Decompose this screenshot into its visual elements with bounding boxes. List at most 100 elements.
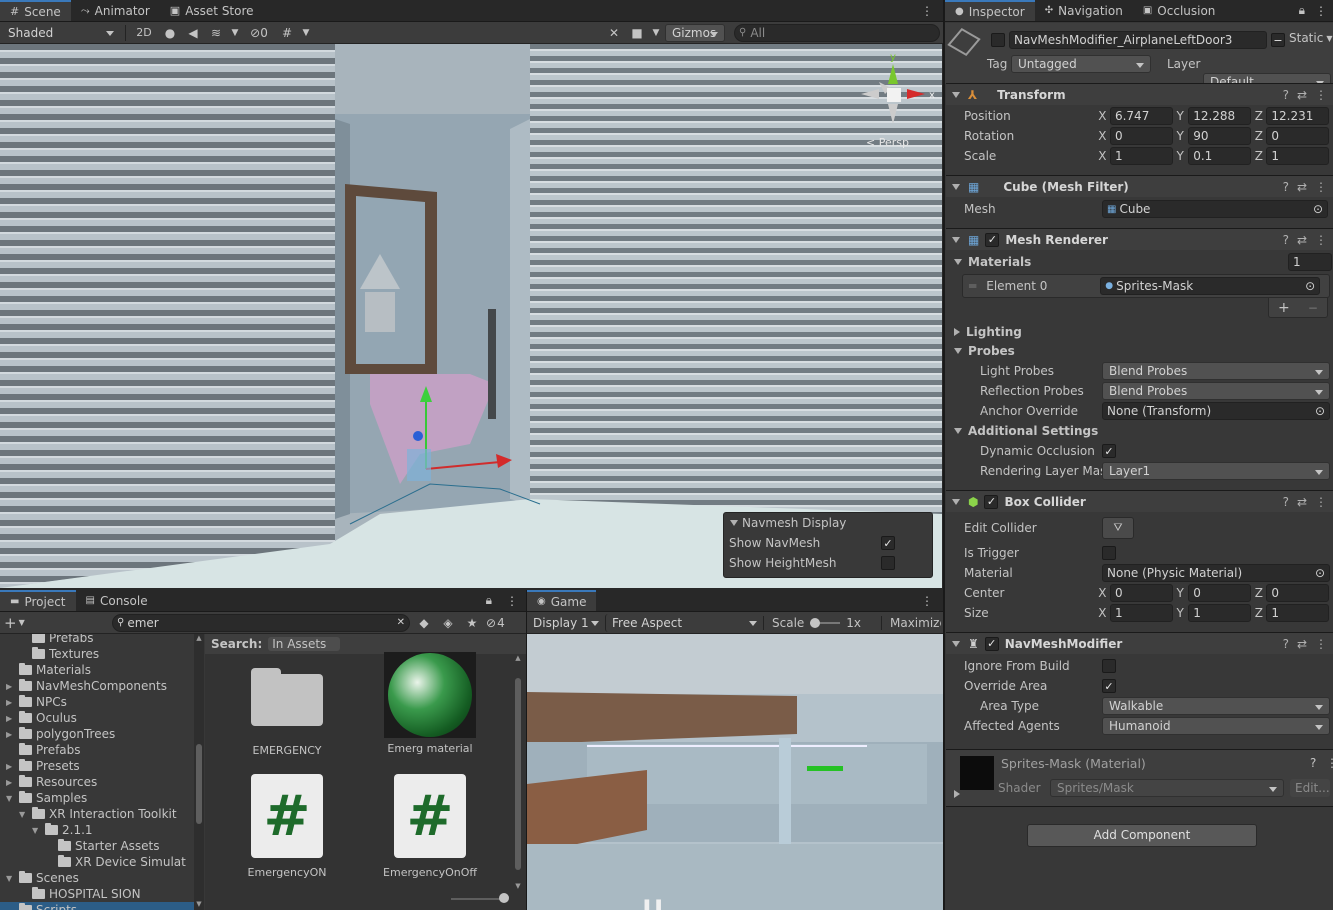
- scale-y-axis-label[interactable]: Y: [1177, 149, 1189, 163]
- box-collider-enabled-checkbox[interactable]: ✓: [984, 494, 999, 509]
- project-search-input[interactable]: ⚲ emer ✕: [112, 613, 410, 632]
- favorites-star-icon[interactable]: ★: [462, 614, 482, 632]
- game-viewport[interactable]: ❚❚: [527, 634, 943, 910]
- scale-slider[interactable]: [810, 617, 841, 628]
- show-heightmesh-checkbox[interactable]: [881, 556, 895, 570]
- size-y-axis-label[interactable]: Y: [1177, 606, 1189, 620]
- expand-arrow-icon[interactable]: ▶: [6, 778, 19, 787]
- expand-arrow-icon[interactable]: ▶: [6, 698, 19, 707]
- position-x-field[interactable]: 6.747: [1109, 107, 1173, 125]
- scene-more-menu-icon[interactable]: ⋮: [911, 0, 943, 21]
- ignore-from-build-checkbox[interactable]: [1102, 659, 1116, 673]
- navmesh-modifier-enabled-checkbox[interactable]: ✓: [984, 636, 999, 651]
- tree-item[interactable]: Prefabs: [0, 742, 81, 758]
- tab-navigation[interactable]: ✣ Navigation: [1035, 0, 1133, 21]
- mesh-filter-header[interactable]: ▦ Cube (Mesh Filter) ? ⇄ ⋮: [946, 175, 1333, 197]
- help-icon[interactable]: ?: [1283, 495, 1289, 509]
- collapse-arrow-icon[interactable]: ▼: [6, 874, 19, 883]
- tab-occlusion[interactable]: ▣ Occlusion: [1133, 0, 1226, 21]
- audio-speaker-icon[interactable]: ◀: [183, 24, 203, 42]
- component-menu-icon[interactable]: ⋮: [1315, 637, 1327, 651]
- center-z-axis-label[interactable]: Z: [1255, 586, 1267, 600]
- help-icon[interactable]: ?: [1283, 637, 1289, 651]
- scale-z-field[interactable]: 1: [1266, 147, 1329, 165]
- anchor-override-field[interactable]: None (Transform) ⊙: [1102, 402, 1330, 420]
- tab-console[interactable]: ▤ Console: [76, 590, 158, 611]
- plus-icon[interactable]: +: [1278, 300, 1290, 316]
- search-by-label-icon[interactable]: ◈: [438, 614, 458, 632]
- gameobject-cube-icon[interactable]: [947, 27, 981, 57]
- center-y-field[interactable]: 0: [1188, 584, 1251, 602]
- tab-scene[interactable]: # Scene: [0, 0, 71, 21]
- lighting-foldout[interactable]: Lighting: [946, 322, 1333, 342]
- static-checkbox[interactable]: −: [1271, 33, 1285, 47]
- center-x-field[interactable]: 0: [1109, 584, 1173, 602]
- tree-scrollbar[interactable]: ▲ ▼: [194, 634, 204, 910]
- mesh-renderer-header[interactable]: ▦ ✓ Mesh Renderer ? ⇄ ⋮: [946, 228, 1333, 250]
- element0-material-field[interactable]: ● Sprites-Mask ⊙: [1100, 277, 1321, 295]
- tree-item[interactable]: HOSPITAL SION: [0, 886, 141, 902]
- tree-item[interactable]: Materials: [0, 662, 91, 678]
- scale-control[interactable]: Scale 1x: [763, 615, 881, 630]
- scale-x-field[interactable]: 1: [1109, 147, 1173, 165]
- rotation-y-field[interactable]: 90: [1188, 127, 1251, 145]
- effects-icon[interactable]: ≋: [206, 24, 226, 42]
- rotation-z-axis-label[interactable]: Z: [1255, 129, 1267, 143]
- object-picker-icon[interactable]: ⊙: [1305, 279, 1315, 293]
- material-thumbnail[interactable]: [960, 756, 994, 790]
- tab-asset-store[interactable]: ▣ Asset Store: [160, 0, 264, 21]
- show-navmesh-checkbox[interactable]: ✓: [881, 536, 895, 550]
- presets-icon[interactable]: ⇄: [1297, 233, 1307, 247]
- position-z-field[interactable]: 12.231: [1266, 107, 1329, 125]
- rotation-x-field[interactable]: 0: [1109, 127, 1173, 145]
- size-x-axis-label[interactable]: X: [1098, 606, 1110, 620]
- tab-game[interactable]: ◉ Game: [527, 590, 597, 611]
- hidden-objects-toggle[interactable]: ⊘ 0: [244, 24, 274, 42]
- tree-item[interactable]: Prefabs: [0, 634, 94, 646]
- rotation-y-axis-label[interactable]: Y: [1177, 129, 1189, 143]
- collapse-arrow-icon[interactable]: ▼: [6, 794, 19, 803]
- inspector-more-menu-icon[interactable]: ⋮: [1309, 0, 1333, 21]
- expand-arrow-icon[interactable]: ▶: [6, 730, 19, 739]
- pause-overlay-icon[interactable]: ❚❚: [641, 898, 664, 910]
- persp-label[interactable]: < Persp: [866, 136, 909, 149]
- probes-foldout[interactable]: Probes: [946, 341, 1333, 361]
- slider-thumb[interactable]: [499, 893, 509, 903]
- tree-item[interactable]: ▶ Resources: [0, 774, 97, 790]
- display-dropdown[interactable]: Display 1: [527, 613, 605, 632]
- tag-dropdown[interactable]: Untagged: [1011, 55, 1151, 73]
- asset-item[interactable]: EMERGENCY: [235, 660, 339, 764]
- minus-icon[interactable]: −: [1308, 301, 1318, 315]
- 2d-toggle-button[interactable]: 2D: [131, 24, 157, 42]
- collider-material-field[interactable]: None (Physic Material) ⊙: [1102, 564, 1330, 582]
- lock-icon[interactable]: 🔒︎: [1295, 0, 1309, 21]
- scale-y-field[interactable]: 0.1: [1188, 147, 1251, 165]
- search-scope-toggle[interactable]: In Assets: [268, 637, 341, 651]
- position-x-axis-label[interactable]: X: [1098, 109, 1110, 123]
- presets-icon[interactable]: ⇄: [1297, 637, 1307, 651]
- size-z-field[interactable]: 1: [1266, 604, 1329, 622]
- center-z-field[interactable]: 0: [1266, 584, 1329, 602]
- tools-icon[interactable]: ✕: [604, 24, 624, 42]
- shading-mode-dropdown[interactable]: Shaded: [2, 23, 120, 42]
- grid-snap-icon[interactable]: #: [277, 24, 297, 42]
- foldout-arrow-icon[interactable]: [954, 790, 960, 798]
- project-more-menu-icon[interactable]: ⋮: [498, 590, 526, 611]
- object-picker-icon[interactable]: ⊙: [1315, 404, 1325, 418]
- chevron-down-icon[interactable]: ▼: [650, 24, 662, 42]
- scrollbar-down-arrow-icon[interactable]: ▼: [194, 900, 204, 908]
- tree-item[interactable]: Textures: [0, 646, 99, 662]
- asset-item[interactable]: # EmergencyOnOff: [378, 774, 482, 884]
- icon-size-slider[interactable]: [451, 892, 511, 906]
- asset-item[interactable]: # EmergencyON: [235, 774, 339, 884]
- tree-item[interactable]: ▶ Oculus: [0, 710, 77, 726]
- mesh-renderer-enabled-checkbox[interactable]: ✓: [985, 232, 1000, 247]
- scene-search-input[interactable]: ⚲ All: [734, 23, 940, 42]
- scene-orientation-gizmo[interactable]: y x: [855, 50, 935, 130]
- scene-viewport[interactable]: y x < Persp Navmesh Display Show NavMesh…: [0, 44, 942, 588]
- scrollbar-thumb[interactable]: [196, 744, 202, 824]
- object-picker-icon[interactable]: ⊙: [1315, 566, 1325, 580]
- chevron-down-icon[interactable]: ▼: [229, 24, 241, 42]
- tree-item[interactable]: Scripts: [0, 902, 194, 910]
- presets-icon[interactable]: ⇄: [1297, 495, 1307, 509]
